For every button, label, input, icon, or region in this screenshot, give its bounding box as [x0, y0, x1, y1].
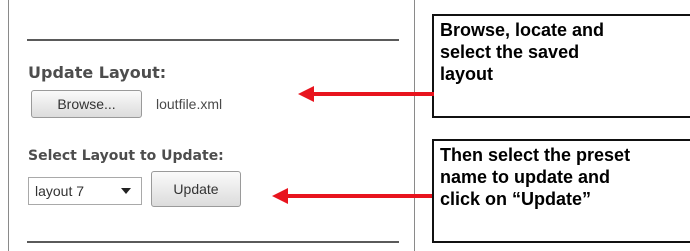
select-layout-title: Select Layout to Update:	[28, 148, 224, 164]
arrow-left-icon	[272, 188, 432, 204]
layout-select[interactable]: layout 7	[28, 177, 142, 205]
callout-browse-instructions: Browse, locate and select the saved layo…	[432, 14, 690, 118]
update-layout-title: Update Layout:	[28, 63, 167, 82]
panel-left-border	[8, 0, 9, 251]
callout-update-instructions: Then select the preset name to update an…	[432, 139, 690, 243]
layout-select-value: layout 7	[35, 183, 85, 199]
chevron-down-icon	[121, 188, 131, 194]
section-divider-top	[27, 39, 399, 41]
panel-right-border	[414, 0, 415, 251]
section-divider-bottom	[27, 241, 399, 243]
callout-line: name to update and	[440, 167, 611, 187]
callout-line: layout	[440, 64, 494, 84]
callout-line: select the saved	[440, 42, 580, 62]
selected-file-name: loutfile.xml	[156, 96, 223, 112]
browse-button[interactable]: Browse...	[31, 90, 142, 118]
callout-line: Then select the preset	[440, 145, 631, 165]
callout-line: click on “Update”	[440, 189, 592, 209]
update-button[interactable]: Update	[151, 171, 241, 207]
arrow-left-icon	[298, 86, 434, 102]
callout-line: Browse, locate and	[440, 20, 605, 40]
